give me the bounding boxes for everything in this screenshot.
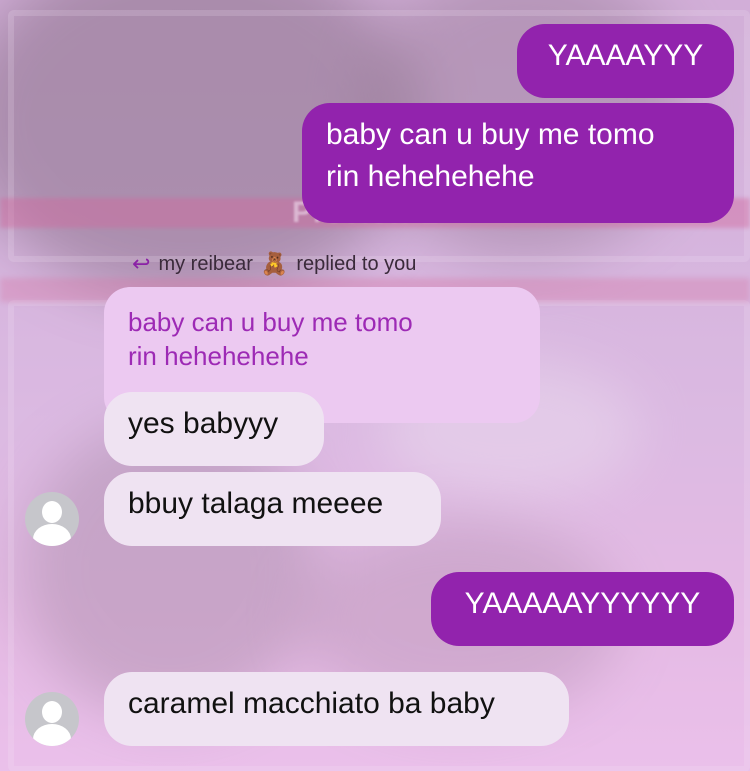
reply-header: ↩ my reibear 🧸 replied to you <box>132 251 416 277</box>
message-bubble-sent[interactable]: baby can u buy me tomo rin hehehehehe <box>302 103 734 223</box>
message-bubble-received[interactable]: bbuy talaga meeee <box>104 472 441 546</box>
message-bubble-received[interactable]: caramel macchiato ba baby <box>104 672 569 746</box>
default-user-icon <box>42 501 62 523</box>
default-user-icon <box>42 701 62 723</box>
message-bubble-sent[interactable]: YAAAAYYY <box>517 24 734 98</box>
reply-header-text: replied to you <box>296 252 417 275</box>
quoted-line: baby can u buy me tomo <box>128 307 413 337</box>
reply-arrow-icon: ↩ <box>132 251 151 276</box>
message-line: baby can u buy me tomo <box>326 118 655 151</box>
message-bubble-received[interactable]: yes babyyy <box>104 392 324 466</box>
message-bubble-sent[interactable]: YAAAAAYYYYYY <box>431 572 734 646</box>
avatar[interactable] <box>25 692 79 746</box>
message-line: rin hehehehehe <box>326 160 535 193</box>
teddy-bear-icon: 🧸 <box>260 251 289 276</box>
quoted-line: rin hehehehehe <box>128 341 309 371</box>
avatar[interactable] <box>25 492 79 546</box>
reply-sender-name: my reibear <box>158 252 253 275</box>
